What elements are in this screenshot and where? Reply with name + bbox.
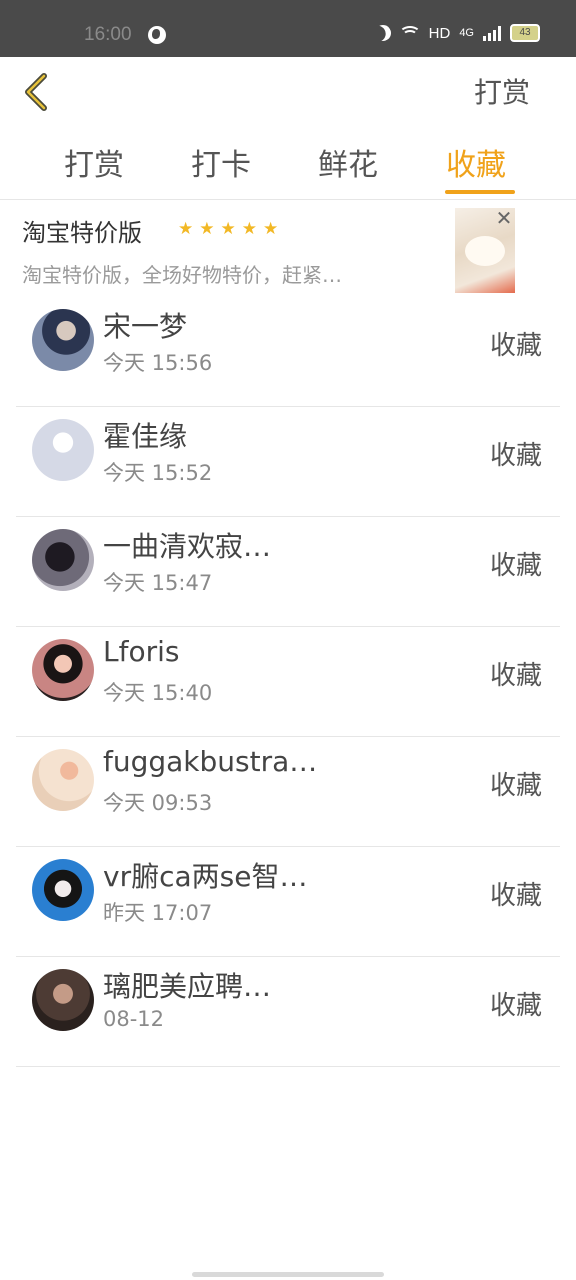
list-item[interactable]: 一曲清欢寂… 今天 15:47 收藏 <box>0 517 576 627</box>
avatar[interactable] <box>32 639 94 701</box>
item-time: 今天 15:56 <box>103 351 213 375</box>
avatar[interactable] <box>32 309 94 371</box>
avatar[interactable] <box>32 859 94 921</box>
battery-icon: 43 <box>510 24 540 42</box>
user-name: 霍佳缘 <box>103 420 188 453</box>
user-name: fuggakbustra… <box>103 745 318 778</box>
avatar[interactable] <box>32 419 94 481</box>
favorite-label: 收藏 <box>489 881 542 911</box>
ad-title: 淘宝特价版 <box>22 219 142 247</box>
tab-flowers[interactable]: 鲜花 <box>318 140 378 184</box>
star-icon: ★ <box>199 219 215 239</box>
home-indicator[interactable] <box>192 1272 384 1277</box>
close-icon[interactable]: ✕ <box>493 208 515 230</box>
avatar[interactable] <box>32 529 94 591</box>
favorite-label: 收藏 <box>489 661 542 691</box>
user-name: vr腑ca两se智… <box>103 860 308 893</box>
tab-checkin[interactable]: 打卡 <box>191 140 251 184</box>
ad-description: 淘宝特价版，全场好物特价，赶紧… <box>22 263 342 287</box>
status-time: 16:00 <box>84 24 132 45</box>
rating-stars: ★ ★ ★ ★ ★ <box>178 219 278 239</box>
star-icon: ★ <box>263 219 279 239</box>
wifi-icon <box>398 26 421 40</box>
divider <box>0 199 576 200</box>
star-icon: ★ <box>220 219 236 239</box>
header-reward-button[interactable]: 打赏 <box>474 71 530 111</box>
item-time: 今天 15:40 <box>103 681 213 705</box>
tab-favorites[interactable]: 收藏 <box>446 140 506 184</box>
avatar[interactable] <box>32 749 94 811</box>
favorite-label: 收藏 <box>489 331 542 361</box>
globe-icon <box>148 26 166 44</box>
list-item[interactable]: vr腑ca两se智… 昨天 17:07 收藏 <box>0 847 576 957</box>
star-icon: ★ <box>241 219 257 239</box>
tab-reward[interactable]: 打赏 <box>64 140 124 184</box>
list-item[interactable]: 璃肥美应聘… 08-12 收藏 <box>0 957 576 1067</box>
item-time: 今天 15:52 <box>103 461 213 485</box>
favorite-label: 收藏 <box>489 551 542 581</box>
status-icons: HD 4G 43 <box>375 24 540 42</box>
favorite-label: 收藏 <box>489 441 542 471</box>
ad-banner[interactable]: 淘宝特价版 ★ ★ ★ ★ ★ 淘宝特价版，全场好物特价，赶紧… ✕ <box>0 205 576 297</box>
user-name: 一曲清欢寂… <box>103 530 272 563</box>
favorite-label: 收藏 <box>489 771 542 801</box>
list-item[interactable]: Lforis 今天 15:40 收藏 <box>0 627 576 737</box>
item-time: 08-12 <box>103 1007 165 1031</box>
user-name: 璃肥美应聘… <box>103 970 272 1003</box>
avatar[interactable] <box>32 969 94 1031</box>
tab-bar: 打赏 打卡 鲜花 收藏 <box>0 130 576 198</box>
chevron-left-icon[interactable] <box>22 73 52 111</box>
list-item[interactable]: fuggakbustra… 今天 09:53 收藏 <box>0 737 576 847</box>
header: 打赏 <box>0 57 576 127</box>
item-time: 昨天 17:07 <box>103 901 213 925</box>
list-item[interactable]: 宋一梦 今天 15:56 收藏 <box>0 297 576 407</box>
favorites-list: 宋一梦 今天 15:56 收藏 霍佳缘 今天 15:52 收藏 一曲清欢寂… 今… <box>0 297 576 1067</box>
status-bar: 16:00 HD 4G 43 <box>0 0 576 57</box>
star-icon: ★ <box>178 219 194 239</box>
item-time: 今天 15:47 <box>103 571 213 595</box>
item-time: 今天 09:53 <box>103 791 213 815</box>
active-tab-indicator <box>445 190 515 194</box>
network-type: 4G <box>459 27 474 39</box>
user-name: 宋一梦 <box>103 310 188 343</box>
network-label: HD <box>428 24 451 42</box>
ad-image[interactable]: ✕ <box>455 208 515 293</box>
user-name: Lforis <box>103 635 180 668</box>
list-item[interactable]: 霍佳缘 今天 15:52 收藏 <box>0 407 576 517</box>
favorite-label: 收藏 <box>489 991 542 1021</box>
signal-icon <box>483 25 501 41</box>
moon-icon <box>372 22 394 44</box>
